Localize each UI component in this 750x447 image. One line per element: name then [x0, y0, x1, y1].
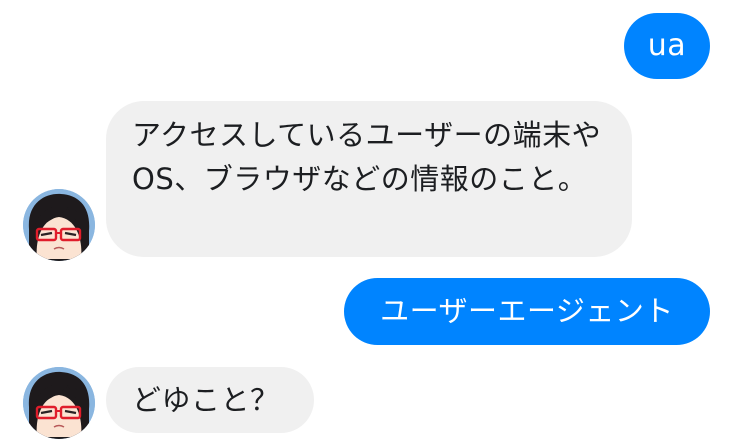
girl-with-glasses-avatar-icon	[23, 367, 95, 439]
message-text: どゆこと？	[132, 383, 280, 417]
avatar-icon[interactable]	[23, 189, 95, 261]
avatar-icon[interactable]	[23, 367, 95, 439]
message-bubble-received[interactable]: どゆこと？	[106, 367, 314, 433]
message-text: ua	[647, 28, 687, 63]
message-bubble-sent[interactable]: ユーザーエージェント	[344, 278, 710, 345]
girl-with-glasses-avatar-icon	[23, 189, 95, 261]
message-text: ユーザーエージェント	[380, 294, 674, 328]
message-bubble-sent[interactable]: ua	[624, 13, 710, 79]
message-bubble-received[interactable]: アクセスしているユーザーの端末やOS、ブラウザなどの情報のこと。	[106, 101, 632, 257]
chat-thread: ua アクセスしているユーザーの端末やOS、ブラウザなどの情報のこと。 ユーザー…	[0, 0, 750, 447]
message-text: アクセスしているユーザーの端末やOS、ブラウザなどの情報のこと。	[132, 118, 602, 196]
